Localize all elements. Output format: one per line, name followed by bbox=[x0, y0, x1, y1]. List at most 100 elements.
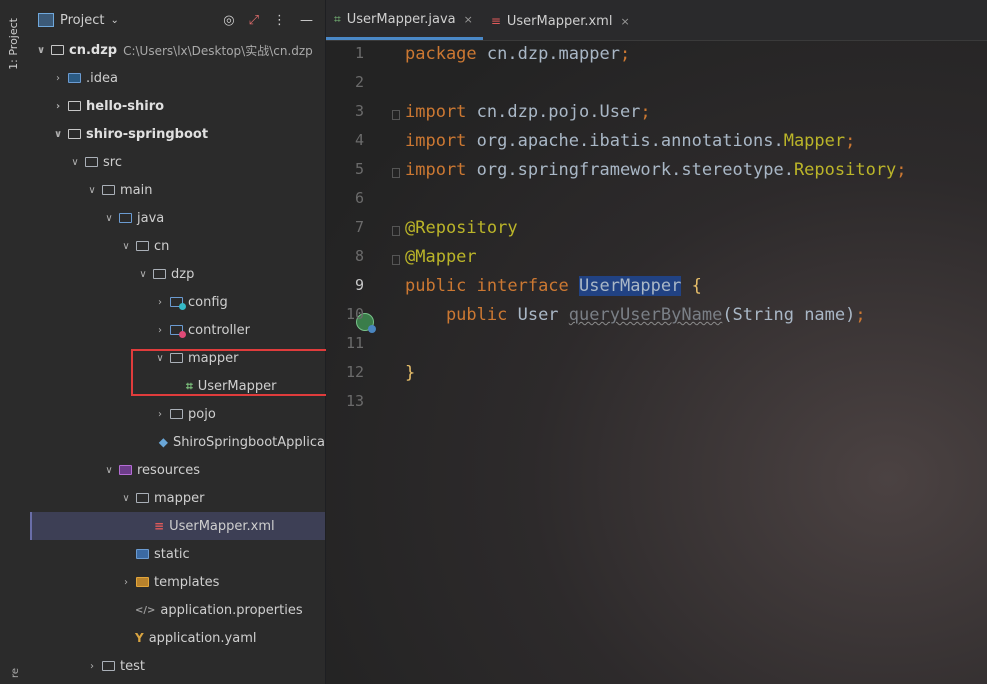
tree-item[interactable]: Yapplication.yaml bbox=[30, 624, 325, 652]
code-line: package cn.dzp.mapper; bbox=[405, 40, 630, 69]
code-token: public bbox=[405, 305, 518, 325]
expand-right-icon[interactable]: › bbox=[51, 73, 65, 84]
tree-item[interactable]: › templates bbox=[30, 568, 325, 596]
module-icon bbox=[68, 129, 81, 139]
folder-icon bbox=[68, 73, 81, 83]
code-token: public bbox=[405, 276, 477, 296]
chevron-down-icon[interactable]: ⌄ bbox=[110, 15, 118, 26]
expand-down-icon[interactable]: ∨ bbox=[119, 493, 133, 504]
folder-icon bbox=[170, 409, 183, 419]
close-icon[interactable]: × bbox=[620, 15, 629, 28]
project-toolbar: ◎ ⤢ ⋮ — bbox=[223, 13, 313, 28]
code-token: ; bbox=[619, 44, 631, 64]
project-tool-window-button[interactable]: 1: Project bbox=[7, 18, 20, 70]
expand-right-icon[interactable]: › bbox=[153, 409, 167, 420]
line-number: 13 bbox=[345, 392, 364, 410]
expand-down-icon[interactable]: ∨ bbox=[119, 241, 133, 252]
editor-tab[interactable]: ≡ UserMapper.xml × bbox=[483, 2, 640, 40]
expand-down-icon[interactable]: ∨ bbox=[51, 129, 65, 140]
tree-item[interactable]: </> application.properties bbox=[30, 596, 325, 624]
tree-item[interactable]: ∨ dzp bbox=[30, 260, 325, 288]
tree-item[interactable]: ∨ src bbox=[30, 148, 325, 176]
tree-item-path: C:\Users\lx\Desktop\实战\cn.dzp bbox=[123, 43, 313, 58]
tree-item[interactable]: ∨ java bbox=[30, 204, 325, 232]
code-editor: ⌗ UserMapper.java × ≡ UserMapper.xml × 123456… bbox=[326, 0, 987, 684]
structure-tool-window-button[interactable]: re bbox=[10, 668, 21, 678]
line-number: 6 bbox=[354, 189, 364, 207]
fold-marker-icon[interactable] bbox=[392, 168, 400, 178]
tree-item-label: static bbox=[154, 546, 190, 562]
code-line: import org.springframework.stereotype.Re… bbox=[405, 156, 907, 185]
code-token: ; bbox=[845, 131, 856, 151]
folder-icon bbox=[102, 661, 115, 671]
tree-item[interactable]: ◆ ShiroSpringbootApplica bbox=[30, 428, 325, 456]
locate-target-icon[interactable]: ◎ bbox=[223, 13, 234, 28]
expand-right-icon[interactable]: › bbox=[153, 325, 167, 336]
expand-down-icon[interactable]: ∨ bbox=[102, 213, 116, 224]
fold-marker-icon[interactable] bbox=[392, 110, 400, 120]
tree-item-label: application.properties bbox=[160, 602, 303, 618]
tree-item-label: cn bbox=[154, 238, 170, 254]
line-gutter: 1 2 3 4 5 6 7 8 9 10 11 12 13 bbox=[326, 40, 400, 684]
expand-right-icon[interactable]: › bbox=[85, 661, 99, 672]
tree-item[interactable]: › hello-shiro bbox=[30, 92, 325, 120]
tree-item-label: UserMapper.xml bbox=[169, 518, 275, 534]
folder-icon bbox=[153, 269, 166, 279]
tree-item[interactable]: ∨ main bbox=[30, 176, 325, 204]
module-icon bbox=[68, 101, 81, 111]
tree-item-label: java bbox=[137, 210, 165, 226]
interface-icon: ⌗ bbox=[334, 12, 341, 26]
expand-down-icon[interactable]: ∨ bbox=[136, 269, 150, 280]
code-line: public User queryUserByName(String name)… bbox=[405, 301, 866, 330]
module-icon bbox=[51, 45, 64, 55]
tree-item[interactable]: › controller bbox=[30, 316, 325, 344]
editor-tabs: ⌗ UserMapper.java × ≡ UserMapper.xml × bbox=[326, 0, 987, 41]
tree-item[interactable]: › pojo bbox=[30, 400, 325, 428]
yaml-file-icon: Y bbox=[135, 631, 144, 645]
project-view-selector[interactable]: Project bbox=[60, 13, 104, 28]
tree-item[interactable]: ∨ shiro-springboot bbox=[30, 120, 325, 148]
expand-down-icon[interactable]: ∨ bbox=[85, 185, 99, 196]
fold-marker-icon[interactable] bbox=[392, 226, 400, 236]
expand-right-icon[interactable]: › bbox=[119, 577, 133, 588]
options-more-icon[interactable]: ⋮ bbox=[273, 13, 286, 28]
tab-label: UserMapper.java bbox=[346, 12, 456, 27]
expand-right-icon[interactable]: › bbox=[51, 101, 65, 112]
expand-down-icon[interactable]: ∨ bbox=[34, 45, 48, 56]
folder-icon bbox=[119, 213, 132, 223]
code-token: package bbox=[405, 44, 487, 64]
close-icon[interactable]: × bbox=[464, 13, 473, 26]
tree-item[interactable]: › config bbox=[30, 288, 325, 316]
editor-tab[interactable]: ⌗ UserMapper.java × bbox=[326, 2, 483, 40]
tree-item-label: cn.dzp bbox=[69, 42, 118, 58]
code-token: org.springframework.stereotype. bbox=[476, 160, 794, 180]
tree-item[interactable]: ∨ resources bbox=[30, 456, 325, 484]
tree-item[interactable]: › test bbox=[30, 652, 325, 680]
tree-item-label: hello-shiro bbox=[86, 98, 165, 114]
expand-right-icon[interactable]: › bbox=[153, 297, 167, 308]
tree-item[interactable]: ≡ UserMapper.xml bbox=[30, 512, 325, 540]
tree-item[interactable]: ∨ cn.dzp C:\Users\lx\Desktop\实战\cn.dzp bbox=[30, 36, 325, 64]
tree-item-label: src bbox=[103, 154, 122, 170]
code-token: cn.dzp.mapper bbox=[486, 44, 620, 64]
tree-item[interactable]: › .idea bbox=[30, 64, 325, 92]
folder-icon bbox=[136, 577, 149, 587]
expand-down-icon[interactable]: ∨ bbox=[102, 465, 116, 476]
tree-item[interactable]: ∨ mapper bbox=[30, 484, 325, 512]
tree-item-label: dzp bbox=[171, 266, 195, 282]
fold-marker-icon[interactable] bbox=[392, 255, 400, 265]
collapse-all-icon[interactable]: ⤢ bbox=[249, 13, 259, 28]
tree-item[interactable]: static bbox=[30, 540, 325, 568]
project-panel-header: Project ⌄ ◎ ⤢ ⋮ — bbox=[30, 0, 325, 40]
expand-down-icon[interactable]: ∨ bbox=[68, 157, 82, 168]
line-number: 2 bbox=[354, 73, 364, 91]
code-token: import bbox=[405, 102, 477, 122]
code-token: } bbox=[405, 363, 416, 383]
code-token: Repository bbox=[793, 160, 897, 180]
hide-panel-icon[interactable]: — bbox=[300, 13, 313, 28]
code-token: User bbox=[517, 305, 569, 325]
code-line: import cn.dzp.pojo.User; bbox=[405, 98, 651, 127]
tree-item[interactable]: ∨ cn bbox=[30, 232, 325, 260]
tree-item-label: shiro-springboot bbox=[86, 126, 209, 142]
code-token: cn.dzp.pojo.User bbox=[476, 102, 641, 122]
